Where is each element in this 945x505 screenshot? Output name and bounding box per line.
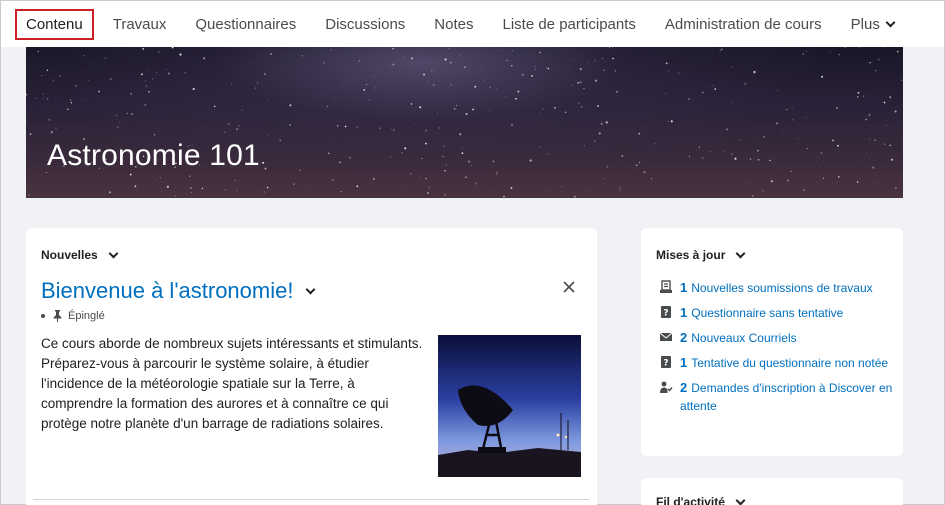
updates-list: 1 Nouvelles soumissions de travaux ? 1 Que… — [659, 279, 894, 422]
nav-item-plus[interactable]: Plus — [841, 9, 904, 40]
course-banner: Astronomie 101 — [26, 47, 903, 198]
news-header[interactable]: Nouvelles — [41, 248, 119, 262]
update-count: 1 — [680, 280, 688, 295]
update-count: 2 — [680, 380, 688, 395]
activity-feed-widget: Fil d'activité — [641, 478, 903, 505]
chevron-down-icon[interactable] — [306, 284, 316, 294]
news-header-label: Nouvelles — [41, 248, 98, 262]
nav-item-participants[interactable]: Liste de participants — [492, 9, 645, 40]
news-widget: Nouvelles Bienvenue à l'astronomie! Épin… — [26, 228, 597, 505]
news-item-title[interactable]: Bienvenue à l'astronomie! — [41, 278, 316, 304]
pinned-indicator: Épinglé — [41, 310, 105, 322]
updates-widget: Mises à jour 1 Nouvelles soumissions de t… — [641, 228, 903, 456]
nav-more-label: Plus — [850, 15, 880, 33]
nav-item-travaux[interactable]: Travaux — [103, 9, 177, 40]
divider — [33, 499, 589, 500]
update-count: 1 — [680, 305, 688, 320]
update-count: 1 — [680, 355, 688, 370]
update-item[interactable]: ? 1 Questionnaire sans tentative — [659, 304, 894, 322]
news-body: Ce cours aborde de nombreux sujets intér… — [41, 336, 423, 431]
radio-telescope-image — [438, 335, 581, 477]
nav-item-contenu[interactable]: Contenu — [15, 8, 94, 40]
close-icon[interactable] — [562, 280, 576, 294]
nav-item-questionnaires[interactable]: Questionnaires — [185, 9, 306, 40]
chevron-down-icon — [108, 248, 119, 258]
pin-icon — [53, 310, 62, 322]
update-label: Tentative du questionnaire non notée — [691, 356, 889, 370]
update-label: Nouvelles soumissions de travaux — [691, 281, 873, 295]
nav-item-discussions[interactable]: Discussions — [315, 9, 415, 40]
bullet-icon — [41, 314, 45, 318]
update-label: Questionnaire sans tentative — [691, 306, 844, 320]
activity-header[interactable]: Fil d'activité — [656, 495, 746, 505]
quiz-icon: ? — [661, 356, 671, 369]
nav-item-administration[interactable]: Administration de cours — [655, 9, 832, 40]
update-count: 2 — [680, 330, 688, 345]
update-item[interactable]: 2 Demandes d'inscription à Discover en at… — [659, 379, 894, 415]
updates-header-label: Mises à jour — [656, 248, 726, 262]
svg-text:?: ? — [663, 359, 668, 369]
update-item[interactable]: 2 Nouveaux Courriels — [659, 329, 894, 347]
update-label: Nouveaux Courriels — [691, 331, 797, 345]
course-navbar: Contenu Travaux Questionnaires Discussio… — [1, 1, 944, 47]
chevron-down-icon — [735, 248, 746, 258]
chevron-down-icon — [735, 495, 746, 505]
update-item[interactable]: ? 1 Tentative du questionnaire non notée — [659, 354, 894, 372]
svg-text:?: ? — [663, 309, 668, 319]
quiz-icon: ? — [661, 306, 671, 319]
updates-header[interactable]: Mises à jour — [656, 248, 746, 262]
update-item[interactable]: 1 Nouvelles soumissions de travaux — [659, 279, 894, 297]
nav-item-notes[interactable]: Notes — [424, 9, 483, 40]
news-title-text: Bienvenue à l'astronomie! — [41, 278, 294, 303]
starfield-image — [26, 47, 903, 198]
update-label: Demandes d'inscription à Discover en att… — [680, 381, 893, 413]
enrollment-icon — [660, 381, 673, 393]
assignment-icon — [660, 280, 672, 293]
email-icon — [659, 332, 673, 341]
course-title: Astronomie 101 — [47, 139, 260, 172]
pinned-label: Épinglé — [68, 310, 105, 322]
activity-header-label: Fil d'activité — [656, 495, 725, 505]
chevron-down-icon — [885, 17, 896, 27]
